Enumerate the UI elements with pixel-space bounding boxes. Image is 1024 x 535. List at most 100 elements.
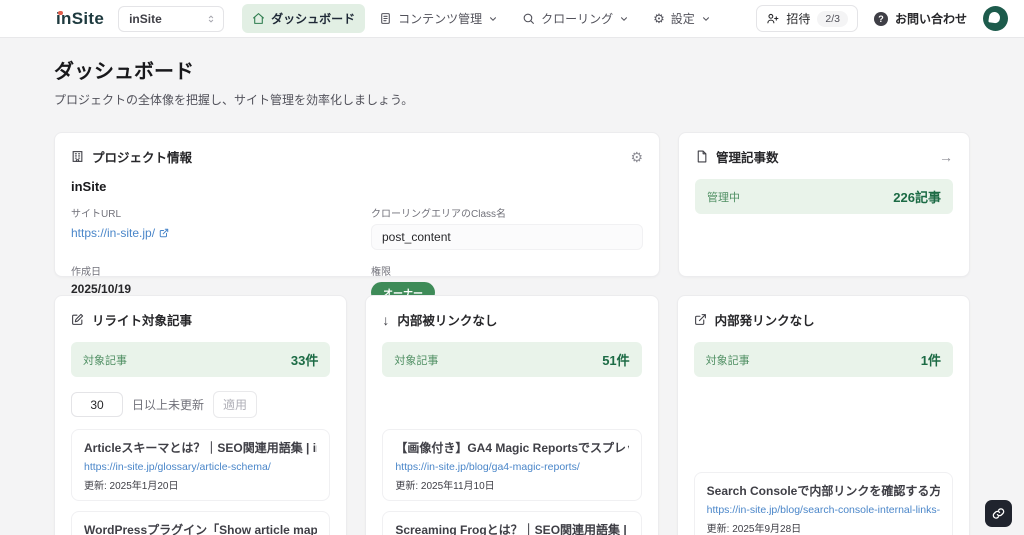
field-crawl-class: クローリングエリアのClass名 post_content (371, 205, 643, 250)
no-inbound-target-label: 対象記事 (394, 354, 439, 367)
article-title: Search Consoleで内部リンクを確認する方法【画面キャプチャで詳… (706, 484, 940, 498)
home-icon (253, 13, 265, 24)
building-icon (72, 151, 83, 162)
project-info-title: プロジェクト情報 (92, 151, 193, 165)
no-outbound-card-title: 内部発リンクなし (714, 314, 815, 328)
person-plus-icon (767, 13, 779, 24)
no-outbound-count-row: 対象記事 1件 (693, 342, 953, 377)
apply-filter-button[interactable]: 適用 (213, 391, 258, 418)
no-outbound-links-card: 内部発リンクなし 対象記事 1件 Search Consoleで内部リンクを確認… (676, 295, 970, 535)
article-title: 【画像付き】GA4 Magic ReportsでスプレッドシートとGA4を自動… (395, 441, 629, 455)
no-inbound-count: 51件 (602, 353, 630, 368)
app-logo: inSite (56, 9, 104, 29)
invite-label: 招待 (786, 12, 811, 26)
contact-label: お問い合わせ (894, 12, 967, 26)
main-nav: ダッシュボード コンテンツ管理 クローリング ⚙ 設定 (242, 4, 721, 33)
project-name: inSite (71, 179, 107, 194)
page-subtitle: プロジェクトの全体像を把握し、サイト管理を効率化しましょう。 (54, 93, 414, 107)
article-updated: 更新: 2025年1月20日 (84, 481, 179, 492)
nav-content-management-label: コンテンツ管理 (398, 12, 483, 26)
rewrite-targets-card: リライト対象記事 対象記事 33件 日以上未更新 適用 Articleスキーマと… (54, 295, 348, 535)
project-info-card: プロジェクト情報 ⚙ inSite サイトURL https://in-site… (54, 132, 660, 303)
external-link-icon (694, 314, 706, 325)
days-filter-label: 日以上未更新 (132, 398, 205, 412)
article-item: Articleスキーマとは？｜SEO関連用語集 | inSite(インサイト) … (71, 429, 331, 501)
no-inbound-card-title: 内部被リンクなし (397, 314, 498, 328)
document-icon (381, 13, 390, 24)
crawl-class-label: クローリングエリアのClass名 (371, 209, 507, 220)
gear-icon: ⚙ (653, 11, 665, 26)
project-settings-gear-icon[interactable]: ⚙ (630, 150, 643, 164)
project-selector[interactable]: inSite (118, 5, 225, 32)
rewrite-article-list: Articleスキーマとは？｜SEO関連用語集 | inSite(インサイト) … (71, 429, 331, 535)
rewrite-count: 33件 (290, 353, 319, 368)
created-date-value: 2025/10/19 (71, 282, 132, 296)
nav-dashboard-label: ダッシュボード (271, 12, 356, 26)
external-link-icon (159, 228, 169, 238)
rewrite-target-label: 対象記事 (83, 354, 127, 367)
contact-button[interactable]: ? お問い合わせ (873, 10, 967, 27)
arrow-right-icon[interactable]: → (939, 150, 953, 164)
managed-row-label: 管理中 (707, 191, 740, 204)
article-title: WordPressプラグイン「Show article map」の使い方を解説 (84, 523, 318, 535)
nav-crawling-label: クローリング (541, 12, 614, 26)
help-icon: ? (873, 11, 888, 26)
managed-count-row: 管理中 226記事 (695, 179, 953, 214)
user-avatar[interactable] (983, 6, 1008, 31)
pencil-square-icon (72, 313, 84, 325)
chevron-down-icon (621, 16, 628, 21)
no-inbound-count-row: 対象記事 51件 (382, 342, 642, 377)
project-selector-value: inSite (129, 11, 162, 26)
field-site-url: サイトURL https://in-site.jp/ (71, 205, 343, 250)
days-threshold-input[interactable] (71, 392, 123, 417)
crawl-class-value: post_content (371, 224, 643, 250)
nav-settings[interactable]: ⚙ 設定 (643, 4, 721, 33)
article-item: 【画像付き】GA4 Magic ReportsでスプレッドシートとGA4を自動…… (382, 429, 642, 501)
no-outbound-count: 1件 (920, 353, 941, 368)
article-link[interactable]: https://in-site.jp/blog/ga4-magic-report… (395, 461, 628, 473)
nav-dashboard[interactable]: ダッシュボード (242, 4, 366, 33)
page-title: ダッシュボード (54, 61, 194, 83)
article-link[interactable]: https://in-site.jp/glossary/article-sche… (84, 461, 317, 473)
rewrite-card-title: リライト対象記事 (92, 314, 193, 328)
file-icon (697, 150, 707, 163)
site-url-text: https://in-site.jp/ (71, 226, 156, 240)
search-icon (523, 13, 535, 24)
article-title: Screaming Frogとは？｜SEO関連用語集 | inSite(インサイ… (395, 523, 628, 535)
no-outbound-article-list: Search Consoleで内部リンクを確認する方法【画面キャプチャで詳… h… (693, 472, 953, 535)
article-item: Screaming Frogとは？｜SEO関連用語集 | inSite(インサイ… (382, 511, 642, 535)
article-item: WordPressプラグイン「Show article map」の使い方を解説 … (71, 511, 331, 535)
rewrite-filter-row: 日以上未更新 適用 (71, 391, 330, 418)
logo-text: inSite (56, 8, 105, 28)
select-updown-icon (208, 15, 214, 22)
managed-row-value: 226記事 (893, 190, 941, 205)
chevron-down-icon (490, 16, 497, 21)
nav-crawling[interactable]: クローリング (512, 4, 639, 33)
article-updated: 更新: 2025年11月10日 (395, 481, 495, 492)
article-link[interactable]: https://in-site.jp/blog/search-console-i… (707, 504, 940, 516)
created-date-label: 作成日 (71, 267, 101, 278)
nav-content-management[interactable]: コンテンツ管理 (369, 4, 508, 33)
site-url-label: サイトURL (71, 209, 122, 220)
role-label: 権限 (371, 267, 391, 278)
chevron-down-icon (702, 16, 709, 21)
invite-count-badge: 2/3 (817, 10, 848, 27)
arrow-down-icon: ↓ (382, 311, 390, 328)
link-icon (992, 508, 1005, 519)
managed-articles-card: 管理記事数 → 管理中 226記事 (678, 132, 970, 277)
app-header: inSite inSite ダッシュボード コンテンツ管理 クローリング ⚙ 設… (0, 0, 1024, 38)
link-tool-button[interactable] (985, 500, 1012, 527)
article-updated: 更新: 2025年9月28日 (706, 524, 802, 535)
article-item: Search Consoleで内部リンクを確認する方法【画面キャプチャで詳… h… (693, 472, 953, 535)
header-right: 招待 2/3 ? お問い合わせ (756, 5, 1008, 32)
no-outbound-target-label: 対象記事 (705, 354, 750, 367)
article-title: Articleスキーマとは？｜SEO関連用語集 | inSite(インサイト) (84, 441, 317, 455)
rewrite-count-row: 対象記事 33件 (71, 342, 331, 377)
managed-articles-title: 管理記事数 (716, 151, 779, 165)
invite-button[interactable]: 招待 2/3 (756, 5, 858, 32)
no-inbound-links-card: ↓ 内部被リンクなし 対象記事 51件 【画像付き】GA4 Magic Repo… (365, 295, 659, 535)
logo-dot-icon (58, 10, 63, 15)
site-url-link[interactable]: https://in-site.jp/ (71, 226, 169, 240)
no-inbound-article-list: 【画像付き】GA4 Magic ReportsでスプレッドシートとGA4を自動…… (382, 429, 642, 535)
nav-settings-label: 設定 (670, 12, 695, 26)
